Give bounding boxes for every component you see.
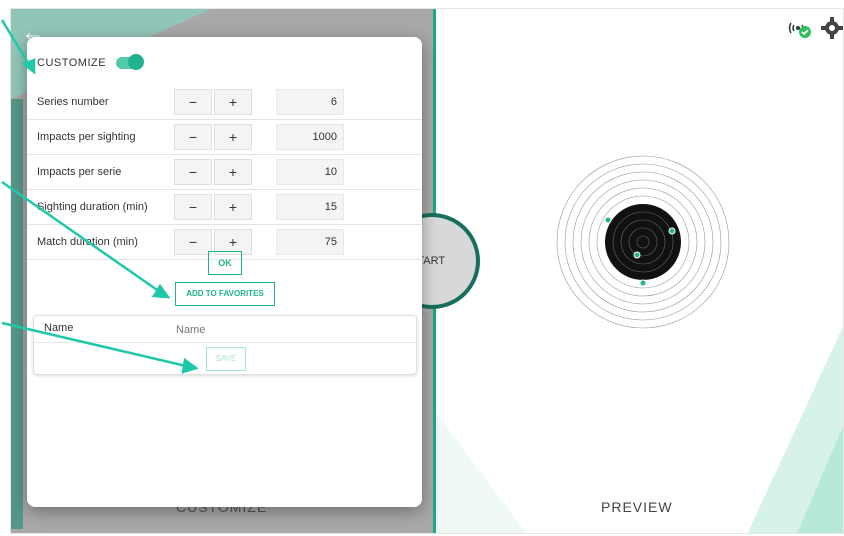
- annotation-arrows: [0, 19, 199, 374]
